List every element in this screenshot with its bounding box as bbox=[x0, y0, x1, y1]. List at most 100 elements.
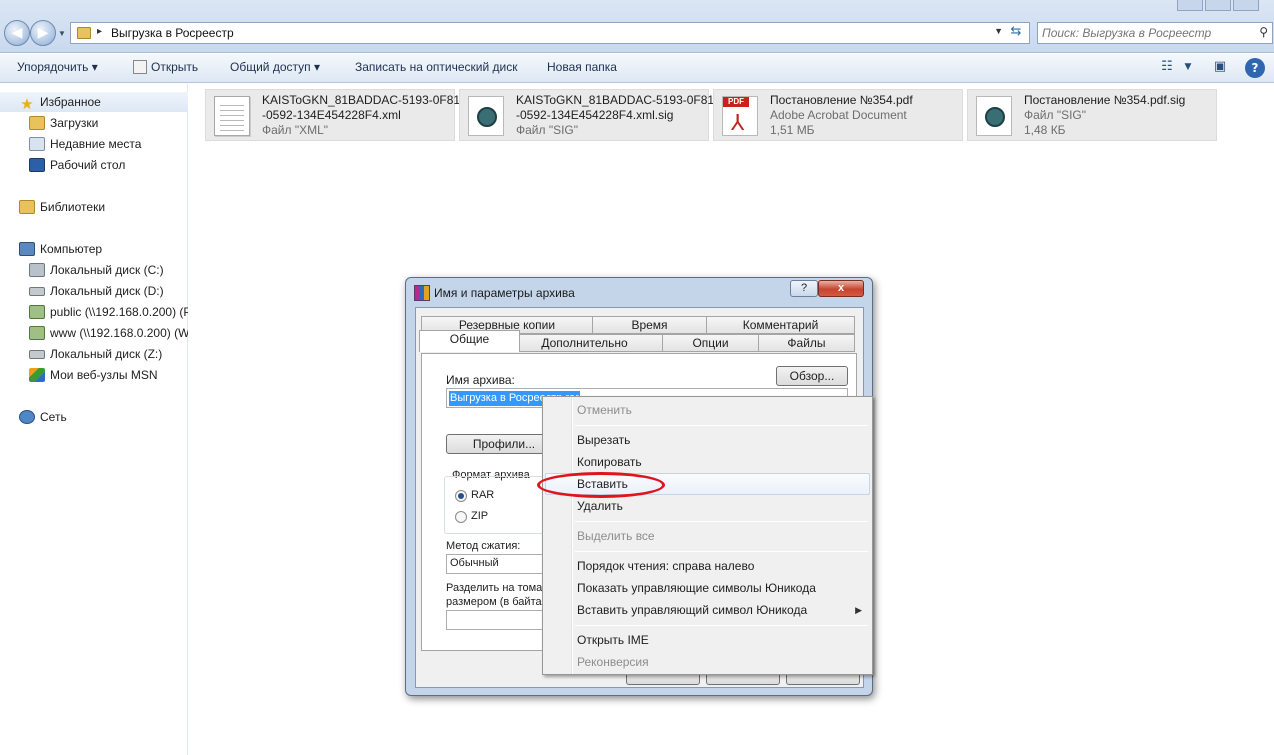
context-menu: Отменить Вырезать Копировать Вставить Уд… bbox=[542, 396, 873, 675]
drive-icon bbox=[29, 350, 45, 359]
highlight-circle bbox=[537, 472, 665, 498]
menu-item-reconversion[interactable]: Реконверсия bbox=[545, 651, 870, 673]
sidebar-item-desktop[interactable]: Рабочий стол bbox=[0, 155, 188, 175]
menu-item-label: Вставить управляющий символ Юникода bbox=[577, 603, 808, 617]
split-label-2: размером (в байтах) bbox=[446, 596, 551, 608]
sidebar-label: Мои веб-узлы MSN bbox=[50, 368, 158, 382]
file-name-cont: -0592-134E454228F4.xml bbox=[262, 108, 401, 122]
preview-pane-icon[interactable]: ▣ bbox=[1210, 59, 1230, 77]
menu-item-copy[interactable]: Копировать bbox=[545, 451, 870, 473]
sidebar-label: Локальный диск (D:) bbox=[50, 284, 164, 298]
browse-button[interactable]: Обзор... bbox=[776, 366, 848, 386]
format-rar-radio[interactable] bbox=[455, 490, 467, 502]
menu-item-undo[interactable]: Отменить bbox=[545, 399, 870, 421]
recent-pages-dropdown-icon[interactable]: ▼ bbox=[58, 29, 66, 38]
sidebar-item-drive-c[interactable]: Локальный диск (C:) bbox=[0, 260, 188, 280]
menu-item-delete[interactable]: Удалить bbox=[545, 495, 870, 517]
address-field[interactable]: ▸ Выгрузка в Росреестр ▼ ⇆ bbox=[70, 22, 1030, 44]
file-type: Файл "SIG" bbox=[516, 123, 579, 137]
sidebar-label: Загрузки bbox=[50, 116, 99, 130]
tab-time[interactable]: Время bbox=[592, 316, 707, 334]
menu-separator bbox=[575, 625, 868, 626]
share-label: Общий доступ bbox=[230, 60, 311, 74]
xml-document-icon bbox=[214, 96, 250, 136]
file-tile[interactable]: PDF ⅄ Постановление №354.pdf Adobe Acroba… bbox=[713, 89, 963, 141]
file-type: Файл "XML" bbox=[262, 123, 329, 137]
navigation-pane: ★ Избранное Загрузки Недавние места Рабоч… bbox=[0, 84, 188, 755]
sidebar-label: www (\\192.168.0.200) (W: bbox=[50, 326, 188, 340]
menu-item-open-ime[interactable]: Открыть IME bbox=[545, 629, 870, 651]
forward-button[interactable]: ▶ bbox=[30, 20, 56, 46]
sidebar-item-favorites[interactable]: ★ Избранное bbox=[0, 92, 188, 112]
tab-options[interactable]: Опции bbox=[662, 334, 759, 352]
recent-places-icon bbox=[29, 137, 45, 151]
sidebar-item-net-public[interactable]: public (\\192.168.0.200) (P bbox=[0, 302, 188, 322]
split-size-input[interactable] bbox=[446, 610, 556, 630]
menu-item-cut[interactable]: Вырезать bbox=[545, 429, 870, 451]
network-drive-icon bbox=[29, 305, 45, 319]
view-dropdown-icon[interactable]: ▼ bbox=[1178, 62, 1198, 80]
search-icon[interactable]: ⚲ bbox=[1259, 25, 1268, 39]
help-icon[interactable]: ? bbox=[1245, 58, 1265, 78]
file-type: Файл "SIG" bbox=[1024, 108, 1087, 122]
window-controls bbox=[1175, 0, 1274, 12]
sidebar-item-net-www[interactable]: www (\\192.168.0.200) (W: bbox=[0, 323, 188, 343]
file-tile[interactable]: KAISToGKN_81BADDAC-5193-0F81 -0592-134E4… bbox=[459, 89, 714, 141]
method-value: Обычный bbox=[450, 557, 499, 569]
sidebar-item-drive-d[interactable]: Локальный диск (D:) bbox=[0, 281, 188, 301]
menu-separator bbox=[575, 425, 868, 426]
sidebar-item-computer[interactable]: Компьютер bbox=[0, 239, 188, 259]
system-drive-icon bbox=[29, 263, 45, 277]
file-tile[interactable]: KAISToGKN_81BADDAC-5193-0F81 -0592-134E4… bbox=[205, 89, 460, 141]
minimize-button[interactable] bbox=[1177, 0, 1203, 11]
sidebar-item-msn[interactable]: Мои веб-узлы MSN bbox=[0, 365, 188, 385]
sidebar-label: Избранное bbox=[40, 95, 101, 109]
file-type: Adobe Acrobat Document bbox=[770, 108, 907, 122]
format-rar-label: RAR bbox=[471, 489, 495, 501]
sidebar-item-drive-z[interactable]: Локальный диск (Z:) bbox=[0, 344, 188, 364]
file-name: Постановление №354.pdf bbox=[770, 93, 913, 107]
tab-general[interactable]: Общие bbox=[419, 330, 520, 352]
sidebar-item-libraries[interactable]: Библиотеки bbox=[0, 197, 188, 217]
menu-item-insert-unicode[interactable]: Вставить управляющий символ Юникода ▶ bbox=[545, 599, 870, 621]
open-label: Открыть bbox=[151, 60, 199, 74]
menu-item-show-unicode[interactable]: Показать управляющие символы Юникода bbox=[545, 577, 870, 599]
sidebar-item-recent[interactable]: Недавние места bbox=[0, 134, 188, 154]
submenu-arrow-icon: ▶ bbox=[855, 605, 862, 615]
search-box[interactable]: ⚲ bbox=[1037, 22, 1273, 44]
dialog-help-button[interactable]: ? bbox=[790, 280, 818, 297]
menu-separator bbox=[575, 551, 868, 552]
refresh-icon[interactable]: ⇆ bbox=[1007, 24, 1025, 42]
back-button[interactable]: ◀ bbox=[4, 20, 30, 46]
new-folder-button[interactable]: Новая папка bbox=[547, 60, 617, 74]
view-options-icon[interactable]: ☷ bbox=[1157, 59, 1177, 77]
address-dropdown-icon[interactable]: ▼ bbox=[994, 26, 1003, 36]
msn-butterfly-icon bbox=[29, 368, 45, 382]
search-input[interactable] bbox=[1042, 25, 1248, 41]
file-name: KAISToGKN_81BADDAC-5193-0F81 bbox=[262, 93, 461, 107]
share-button[interactable]: Общий доступ ▾ bbox=[230, 60, 320, 74]
tab-comment[interactable]: Комментарий bbox=[706, 316, 855, 334]
command-bar: Упорядочить ▾ Открыть Общий доступ ▾ Зап… bbox=[0, 54, 1274, 83]
organize-button[interactable]: Упорядочить ▾ bbox=[17, 60, 98, 74]
breadcrumb-arrow-icon[interactable]: ▸ bbox=[97, 26, 102, 37]
sidebar-label: Локальный диск (Z:) bbox=[50, 347, 163, 361]
organize-label: Упорядочить bbox=[17, 60, 89, 74]
breadcrumb-current[interactable]: Выгрузка в Росреестр bbox=[111, 26, 234, 40]
tab-files[interactable]: Файлы bbox=[758, 334, 855, 352]
dialog-close-button[interactable]: x bbox=[818, 280, 864, 297]
open-button[interactable]: Открыть bbox=[133, 60, 198, 74]
menu-item-select-all[interactable]: Выделить все bbox=[545, 525, 870, 547]
maximize-button[interactable] bbox=[1205, 0, 1231, 11]
tab-advanced[interactable]: Дополнительно bbox=[506, 334, 663, 352]
sidebar-item-network[interactable]: Сеть bbox=[0, 407, 188, 427]
format-zip-radio[interactable] bbox=[455, 511, 467, 523]
sig-certificate-icon bbox=[976, 96, 1012, 136]
sidebar-item-downloads[interactable]: Загрузки bbox=[0, 113, 188, 133]
downloads-folder-icon bbox=[29, 116, 45, 130]
network-icon bbox=[19, 410, 35, 424]
burn-button[interactable]: Записать на оптический диск bbox=[355, 60, 518, 74]
menu-item-rtl[interactable]: Порядок чтения: справа налево bbox=[545, 555, 870, 577]
file-tile[interactable]: Постановление №354.pdf.sig Файл "SIG" 1,… bbox=[967, 89, 1217, 141]
close-window-button[interactable] bbox=[1233, 0, 1259, 11]
